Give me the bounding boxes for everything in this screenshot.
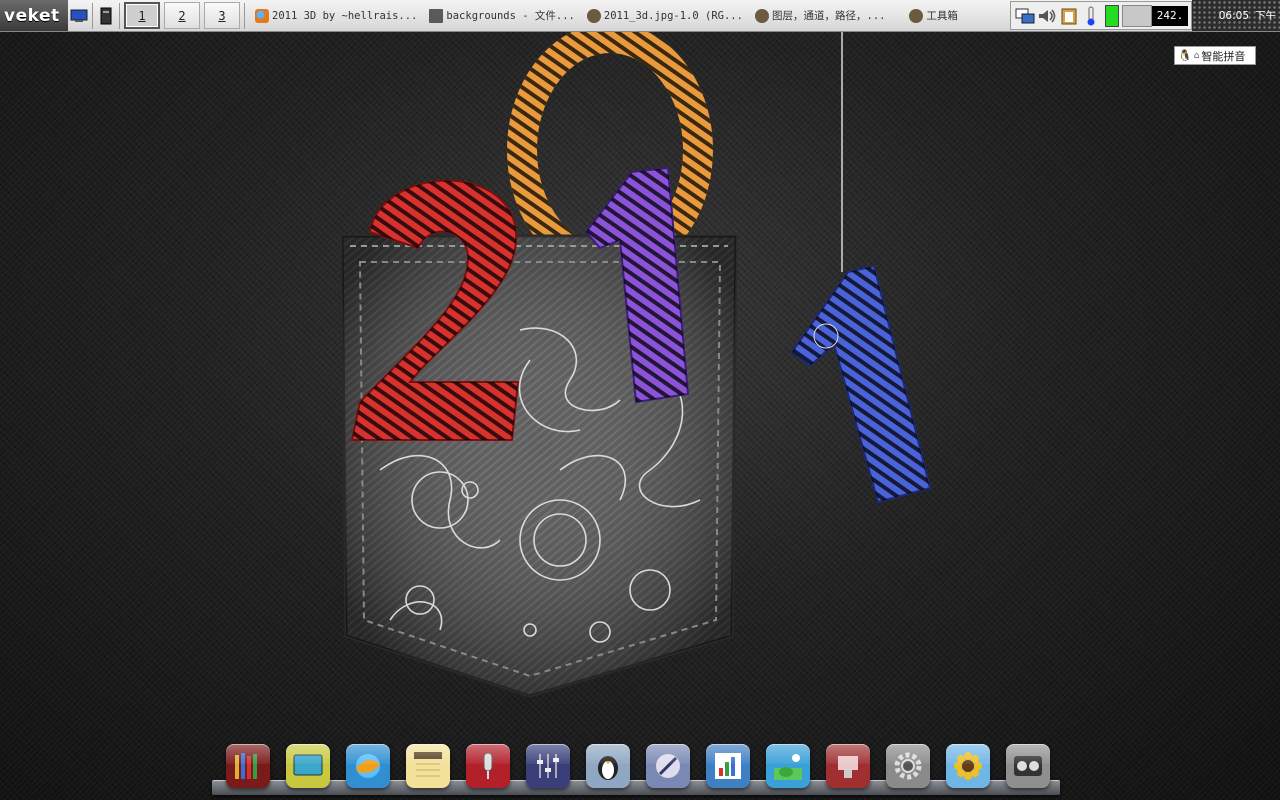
system-tray: 242. 06:05 下午 <box>1010 0 1280 31</box>
menu-button[interactable]: veket <box>0 0 68 31</box>
wallpaper <box>340 23 932 698</box>
network-icon[interactable] <box>1014 5 1036 27</box>
clipboard-icon[interactable] <box>1058 5 1080 27</box>
taskbar: 2011 3D by ~hellrais... backgrounds - 文件… <box>251 0 966 31</box>
workspace-1-button[interactable]: 1 <box>124 2 160 29</box>
photo-icon[interactable] <box>946 744 990 788</box>
volume-icon[interactable] <box>1036 5 1058 27</box>
thermometer-icon <box>1080 5 1102 27</box>
chart-icon[interactable] <box>706 744 750 788</box>
clock-ampm: 下午 <box>1255 10 1276 22</box>
terminal-icon[interactable] <box>95 5 117 27</box>
task-button-gimp-toolbox[interactable]: 工具箱 <box>905 2 962 29</box>
settings-icon[interactable] <box>886 744 930 788</box>
pen-icon[interactable] <box>646 744 690 788</box>
notes-icon[interactable] <box>406 744 450 788</box>
media-player-icon[interactable] <box>1006 744 1050 788</box>
file-manager-icon <box>429 8 444 23</box>
workspace-2-button[interactable]: 2 <box>164 2 200 29</box>
workspace-3-button[interactable]: 3 <box>204 2 240 29</box>
show-desktop-icon[interactable] <box>68 5 90 27</box>
firefox-icon <box>255 8 269 23</box>
top-panel: veket 1 2 3 2011 3D by ~hellrais... back… <box>0 0 1280 32</box>
cpu-readout: 242. <box>1152 5 1188 26</box>
clock[interactable]: 06:05 下午 <box>1192 0 1280 31</box>
task-button-gimp-layers[interactable]: 图层，通道，路径，... <box>751 2 889 29</box>
mixer-icon[interactable] <box>526 744 570 788</box>
ime-label: 智能拼音 <box>1201 49 1246 63</box>
gimp-icon <box>586 8 601 23</box>
image-viewer-icon[interactable] <box>766 744 810 788</box>
digit-one-blue <box>790 264 932 504</box>
memory-meter <box>1122 4 1152 27</box>
display-icon[interactable] <box>286 744 330 788</box>
ime-indicator[interactable]: 🐧 ⌂ 智能拼音 <box>1174 46 1256 65</box>
task-button-firefox[interactable]: 2011 3D by ~hellrais... <box>251 2 421 29</box>
penguin-icon: 🐧 <box>1178 49 1192 62</box>
ime-lock-icon: ⌂ <box>1193 50 1200 61</box>
battery-meter <box>1105 4 1119 27</box>
penguin-icon[interactable] <box>586 744 630 788</box>
task-button-gimp-image[interactable]: 2011_3d.jpg-1.0 (RG... <box>583 2 747 29</box>
microphone-icon[interactable] <box>466 744 510 788</box>
presentation-icon[interactable] <box>826 744 870 788</box>
dock <box>226 744 1066 788</box>
brand-label: veket <box>4 5 60 26</box>
task-button-file-manager[interactable]: backgrounds - 文件... <box>425 2 578 29</box>
gimp-icon <box>754 8 769 23</box>
library-icon[interactable] <box>226 744 270 788</box>
gimp-icon <box>909 8 924 23</box>
clock-time: 06:05 <box>1218 9 1249 22</box>
web-browser-icon[interactable] <box>346 744 390 788</box>
